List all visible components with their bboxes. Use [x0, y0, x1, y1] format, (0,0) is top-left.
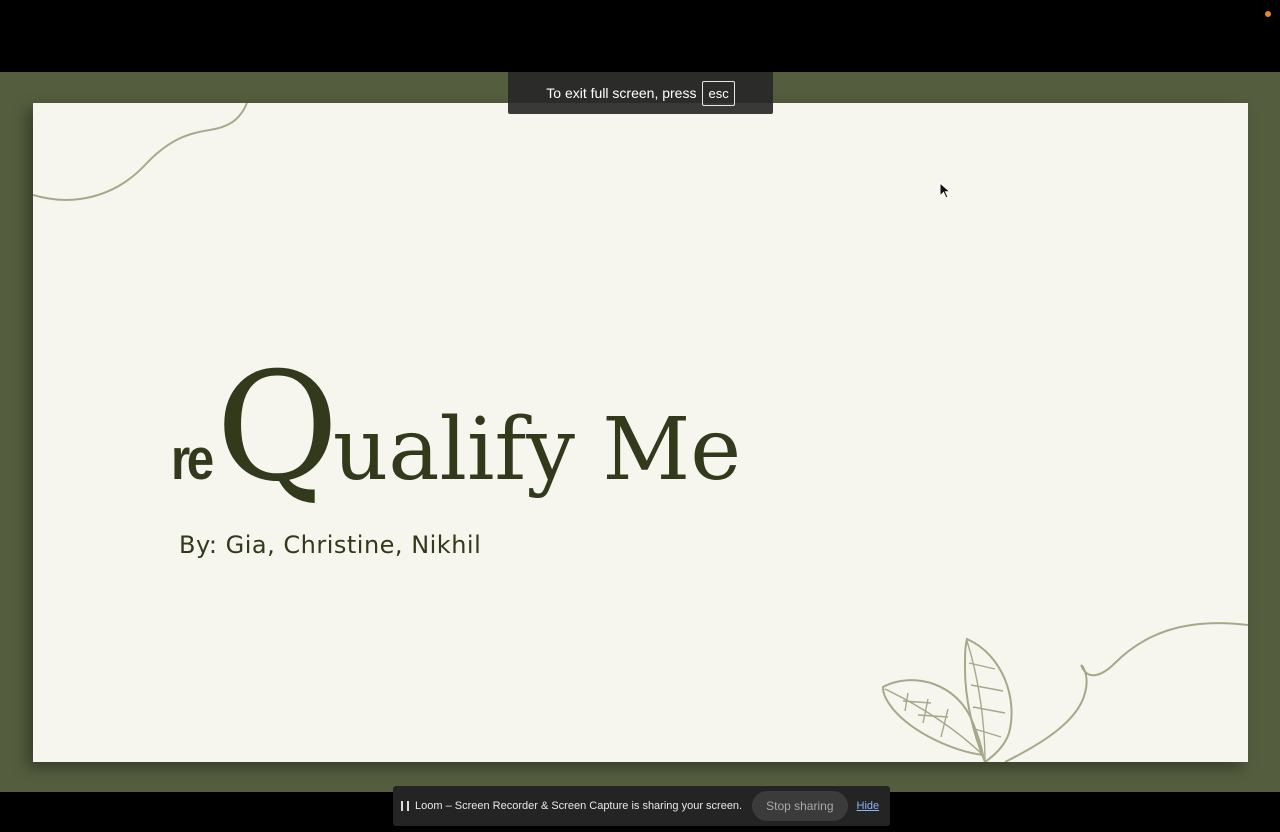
arrow-cursor-icon — [939, 182, 951, 199]
top-left-vine — [33, 103, 248, 201]
esc-key-badge: esc — [702, 80, 735, 106]
title-prefix: re — [171, 427, 214, 492]
slide-title: re Q ualify Me — [171, 353, 741, 503]
presentation-stage: re Q ualify Me By: Gia, Christine, Nikhi… — [0, 72, 1280, 792]
browser-top-bar — [0, 0, 1280, 72]
slide-authors: By: Gia, Christine, Nikhil — [179, 531, 482, 559]
recording-indicator-icon — [1265, 11, 1271, 17]
title-remainder: ualify Me — [332, 400, 742, 500]
sharing-message: Loom – Screen Recorder & Screen Capture … — [415, 800, 743, 812]
pause-icon[interactable] — [401, 801, 409, 811]
stop-sharing-button[interactable]: Stop sharing — [752, 791, 848, 821]
title-initial-letter: Q — [215, 341, 339, 515]
fullscreen-toast-message: To exit full screen, press — [546, 85, 697, 101]
fullscreen-exit-toast: To exit full screen, press esc — [508, 72, 773, 114]
leaf-left-veins — [884, 688, 984, 756]
title-slide[interactable]: re Q ualify Me By: Gia, Christine, Nikhi… — [33, 103, 1248, 762]
bottom-right-vine — [1004, 622, 1248, 762]
hide-link[interactable]: Hide — [857, 800, 880, 812]
leaf-left — [881, 679, 985, 757]
leaf-right-veins — [966, 640, 1006, 762]
screen-sharing-bar: Loom – Screen Recorder & Screen Capture … — [393, 786, 890, 826]
